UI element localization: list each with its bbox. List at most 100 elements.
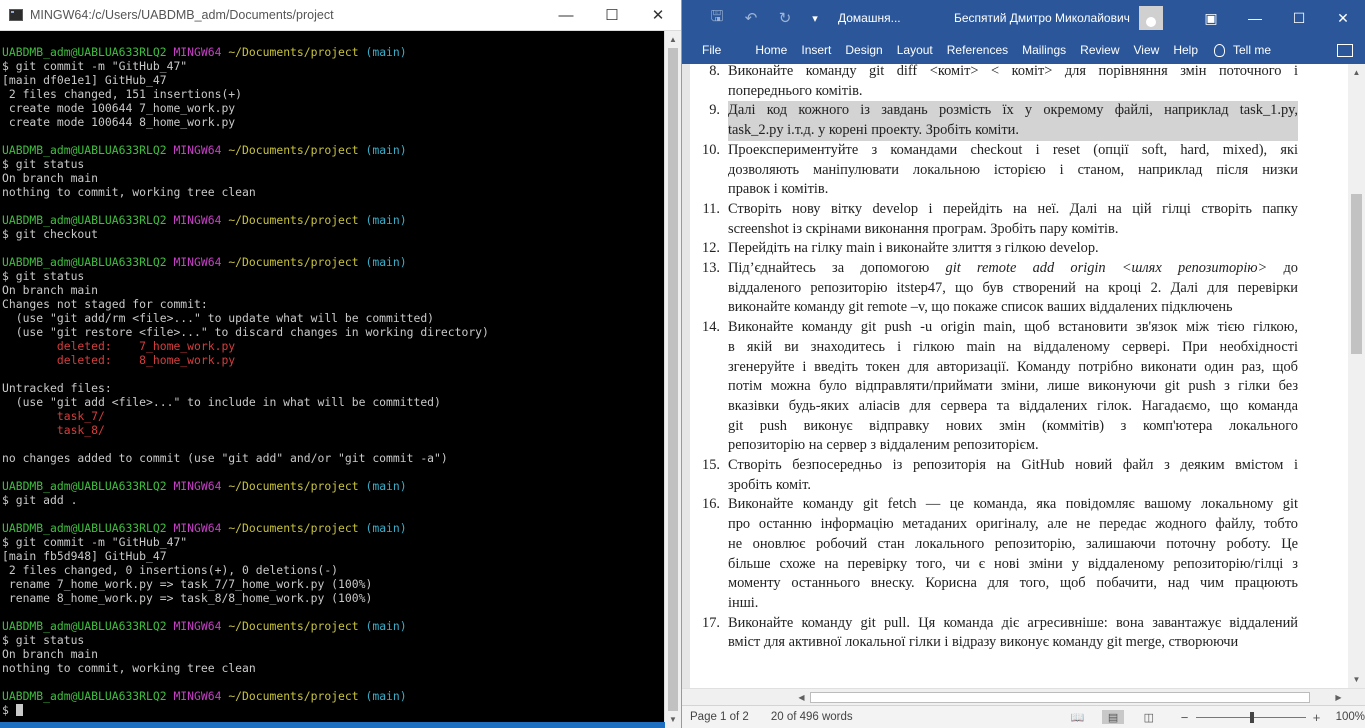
- ribbon-display-icon[interactable]: ▣: [1189, 0, 1233, 36]
- zoom-control: − + 100%: [1178, 710, 1365, 725]
- horizontal-scroll-thumb[interactable]: [810, 692, 1310, 703]
- scroll-down-icon[interactable]: ▼: [665, 711, 681, 728]
- terminal-text: On branch main: [2, 647, 99, 661]
- tab-view[interactable]: View: [1134, 43, 1160, 57]
- list-item[interactable]: 13. Під’єднайтесь за допомогою git remote…: [698, 259, 1298, 318]
- terminal-scrollbar[interactable]: ▲ ▼: [664, 31, 681, 728]
- paragraph-line: виконайте команду git remote –v, що пока…: [728, 299, 1233, 316]
- terminal-titlebar[interactable]: MINGW64:/c/Users/UABDMB_adm/Documents/pr…: [0, 0, 681, 31]
- terminal-line: $: [2, 703, 665, 717]
- close-icon[interactable]: ✕: [635, 0, 681, 31]
- list-item[interactable]: 17. Виконайте команду git pull. Ця команд…: [698, 614, 1298, 653]
- terminal-text: rename 7_home_work.py => task_7/7_home_w…: [2, 577, 373, 591]
- terminal-line: UABDMB_adm@UABLUA633RLQ2 MINGW64 ~/Docum…: [2, 255, 665, 269]
- save-icon[interactable]: 🖫: [702, 0, 732, 36]
- tab-references[interactable]: References: [947, 43, 1008, 57]
- minimize-icon[interactable]: —: [543, 0, 589, 31]
- zoom-slider-thumb[interactable]: [1249, 711, 1254, 723]
- tab-file[interactable]: File: [702, 43, 721, 57]
- document-canvas[interactable]: 8. Виконайте команду git diff <коміт> < к…: [682, 64, 1348, 688]
- page-count[interactable]: Page 1 of 2: [690, 711, 749, 723]
- list-paragraph: Виконайте команду git pull. Ця команда д…: [728, 614, 1298, 653]
- tell-me-search[interactable]: Tell me: [1214, 43, 1271, 57]
- list-item[interactable]: 16. Виконайте команду git fetch — це кома…: [698, 495, 1298, 613]
- list-item[interactable]: 8. Виконайте команду git diff <коміт> < к…: [698, 64, 1298, 101]
- terminal-line: UABDMB_adm@UABLUA633RLQ2 MINGW64 ~/Docum…: [2, 143, 665, 157]
- list-number: 13.: [702, 260, 720, 277]
- terminal-line: $ git status: [2, 633, 665, 647]
- word-count[interactable]: 20 of 496 words: [771, 711, 853, 723]
- terminal-text: nothing to commit, working tree clean: [2, 661, 256, 675]
- tab-review[interactable]: Review: [1080, 43, 1119, 57]
- zoom-in-icon[interactable]: +: [1310, 710, 1324, 725]
- horizontal-scrollbar[interactable]: ◀ ▶: [682, 688, 1365, 705]
- user-name[interactable]: Беспятий Дмитро Миколайович: [954, 11, 1130, 25]
- tab-mailings[interactable]: Mailings: [1022, 43, 1066, 57]
- print-layout-icon[interactable]: ▤: [1102, 710, 1124, 724]
- paragraph-line: git push виконує відправку нових змін (к…: [728, 417, 1298, 434]
- vertical-scroll-thumb[interactable]: [1351, 194, 1362, 354]
- terminal-line: $ git commit -m "GitHub_47": [2, 59, 665, 73]
- list-item[interactable]: 12. Перейдіть на гілку main і виконайте з…: [698, 239, 1298, 259]
- terminal-text: $ git commit -m "GitHub_47": [2, 59, 188, 73]
- terminal-line: 2 files changed, 151 insertions(+): [2, 87, 665, 101]
- terminal-line: $ git status: [2, 157, 665, 171]
- document-page[interactable]: 8. Виконайте команду git diff <коміт> < к…: [690, 64, 1348, 688]
- terminal-text: 2 files changed, 151 insertions(+): [2, 87, 243, 101]
- tab-insert[interactable]: Insert: [801, 43, 831, 57]
- terminal-line: UABDMB_adm@UABLUA633RLQ2 MINGW64 ~/Docum…: [2, 521, 665, 535]
- paragraph-line: вміст для активної локальної гілки і від…: [728, 634, 1239, 651]
- scroll-up-icon[interactable]: ▲: [665, 31, 681, 48]
- paragraph-line: потім можна було відправляти/приймати зм…: [728, 378, 1298, 395]
- scroll-right-icon[interactable]: ▶: [1330, 689, 1347, 706]
- list-item[interactable]: 15. Створіть безпосередньо із репозиторія…: [698, 456, 1298, 495]
- maximize-icon[interactable]: ☐: [589, 0, 635, 31]
- list-item[interactable]: 11. Створіть нову вітку develop і перейді…: [698, 200, 1298, 239]
- tab-home[interactable]: Home: [755, 43, 787, 57]
- list-item[interactable]: 14. Виконайте команду git push -u origin …: [698, 318, 1298, 456]
- quick-access-toolbar: 🖫 ↶ ↻ ▾: [682, 0, 826, 36]
- zoom-out-icon[interactable]: −: [1178, 710, 1192, 725]
- paragraph-line: Далі код кожного із завдань розмість їх …: [728, 101, 1298, 122]
- terminal-text: 2 files changed, 0 insertions(+), 0 dele…: [2, 563, 339, 577]
- paragraph-line: screenshot із скрінами виконання програм…: [728, 220, 1119, 237]
- scroll-left-icon[interactable]: ◀: [793, 689, 810, 706]
- terminal-text: UABDMB_adm@UABLUA633RLQ2: [2, 45, 174, 59]
- maximize-icon[interactable]: ☐: [1277, 0, 1321, 36]
- terminal-text: rename 8_home_work.py => task_8/8_home_w…: [2, 591, 373, 605]
- comments-icon[interactable]: [1337, 43, 1353, 57]
- terminal-scroll-thumb[interactable]: [668, 48, 678, 711]
- zoom-level[interactable]: 100%: [1336, 711, 1365, 723]
- terminal-text: UABDMB_adm@UABLUA633RLQ2: [2, 521, 174, 535]
- document-body[interactable]: 8. Виконайте команду git diff <коміт> < к…: [698, 64, 1298, 653]
- tab-layout[interactable]: Layout: [897, 43, 933, 57]
- terminal-line: Changes not staged for commit:: [2, 297, 665, 311]
- list-item[interactable]: 10. Проекспериментуйте з командами checko…: [698, 141, 1298, 200]
- terminal-line: no changes added to commit (use "git add…: [2, 451, 665, 465]
- undo-icon[interactable]: ↶: [736, 0, 766, 36]
- vertical-scrollbar[interactable]: ▲ ▼: [1348, 64, 1365, 688]
- scroll-down-icon[interactable]: ▼: [1348, 671, 1365, 688]
- customize-qat-icon[interactable]: ▾: [804, 0, 826, 36]
- web-layout-icon[interactable]: ◫: [1138, 710, 1160, 724]
- terminal-text: UABDMB_adm@UABLUA633RLQ2: [2, 479, 174, 493]
- scroll-up-icon[interactable]: ▲: [1348, 64, 1365, 81]
- close-icon[interactable]: ✕: [1321, 0, 1365, 36]
- terminal-text: MINGW64: [173, 255, 229, 269]
- terminal-line: create mode 100644 7_home_work.py: [2, 101, 665, 115]
- list-item[interactable]: 9. Далі код кожного із завдань розмість ї…: [698, 101, 1298, 141]
- zoom-slider[interactable]: [1195, 711, 1306, 723]
- tab-help[interactable]: Help: [1173, 43, 1198, 57]
- terminal-line: (use "git restore <file>..." to discard …: [2, 325, 665, 339]
- tab-design[interactable]: Design: [845, 43, 882, 57]
- terminal-text: UABDMB_adm@UABLUA633RLQ2: [2, 213, 174, 227]
- minimize-icon[interactable]: —: [1233, 0, 1277, 36]
- redo-icon[interactable]: ↻: [770, 0, 800, 36]
- terminal-output[interactable]: UABDMB_adm@UABLUA633RLQ2 MINGW64 ~/Docum…: [0, 31, 665, 728]
- list-paragraph: Під’єднайтесь за допомогою git remote ad…: [728, 259, 1298, 318]
- paragraph-line: в якій ви знаходитесь і гілкою main на в…: [728, 338, 1298, 355]
- word-titlebar[interactable]: 🖫 ↶ ↻ ▾ Домашня... Беспятий Дмитро Микол…: [682, 0, 1365, 36]
- avatar[interactable]: [1138, 6, 1163, 30]
- read-mode-icon[interactable]: 📖: [1067, 710, 1089, 724]
